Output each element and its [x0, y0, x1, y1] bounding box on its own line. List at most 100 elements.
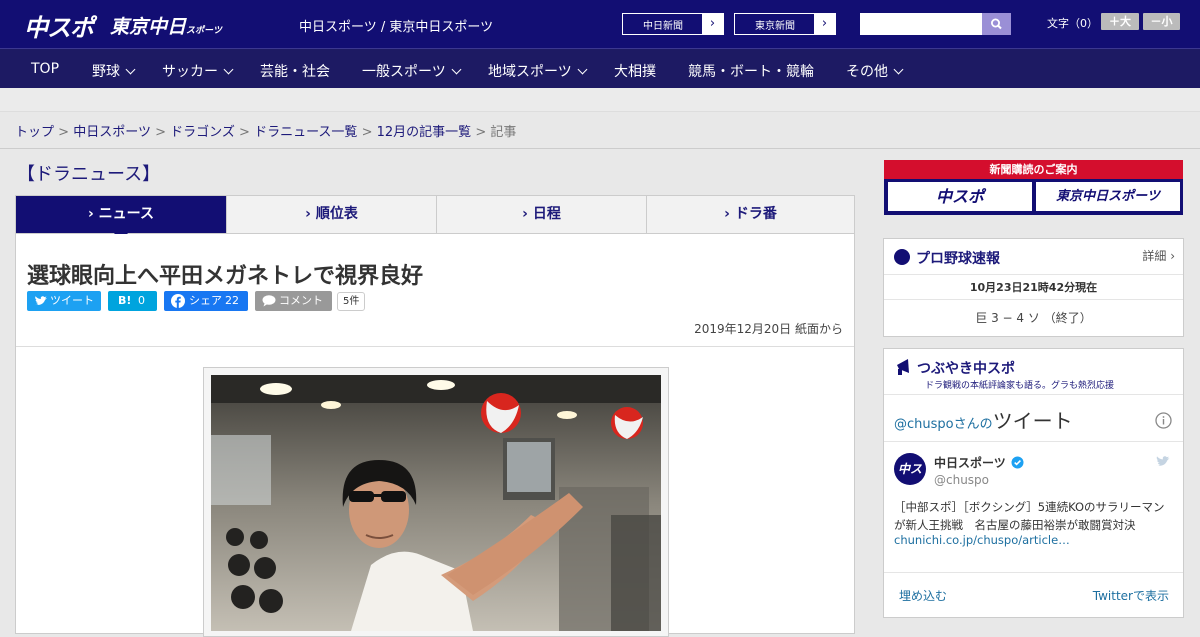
tweet-user-name[interactable]: 中日スポーツ — [934, 456, 1006, 470]
search-button[interactable] — [982, 13, 1011, 35]
chuspo-logo[interactable]: 中スポ — [24, 8, 94, 43]
twitter-bird-icon — [35, 296, 47, 305]
nav-soccer-label: サッカー — [162, 64, 218, 80]
tokyo-shimbun-label: 東京新聞 — [755, 21, 795, 32]
divider — [884, 299, 1183, 300]
tweet-user-handle[interactable]: @chuspo — [934, 473, 989, 487]
article-photo[interactable] — [211, 375, 661, 631]
subscription-banner[interactable]: 新聞購読のご案内 中スポ 東京中日スポーツ — [884, 160, 1183, 215]
nav-soccer[interactable]: サッカー — [162, 61, 234, 81]
nav-general-sports[interactable]: 一般スポーツ — [362, 61, 462, 81]
tab-standings[interactable]: › 順位表 — [226, 196, 436, 233]
divider — [16, 346, 854, 347]
twitter-bird-icon[interactable] — [1155, 455, 1171, 468]
news-tabs: › ニュース › 順位表 › 日程 › ドラ番 — [15, 195, 855, 241]
nav-top[interactable]: TOP — [31, 61, 59, 77]
article: 選球眼向上へ平田メガネトレで視界良好 ツイート B! 0 シェア 22 コメント… — [15, 234, 855, 637]
tokyo-chunichi-logo[interactable]: 東京中日スポーツ — [110, 12, 222, 39]
tsubuyaki-title: つぶやき中スポ — [917, 361, 1015, 377]
chunichi-shimbun-label: 中日新聞 — [643, 21, 683, 32]
view-on-twitter-link[interactable]: Twitterで表示 — [1093, 587, 1169, 604]
article-date: 2019年12月20日 紙面から — [694, 322, 843, 336]
site-title[interactable]: 中日スポーツ / 東京中日スポーツ — [299, 16, 493, 35]
article-headline: 選球眼向上へ平田メガネトレで視界良好 — [27, 264, 424, 289]
pro-baseball-detail-link[interactable]: 詳細 › — [1142, 247, 1175, 264]
hatena-bookmark-button[interactable]: B! 0 — [108, 291, 157, 311]
timeline-heading: @chuspoさんのツイート — [894, 405, 1073, 434]
nav-baseball[interactable]: 野球 — [92, 61, 136, 81]
chevron-down-icon — [451, 64, 462, 75]
breadcrumb-dora-news-list[interactable]: ドラニュース一覧 — [254, 125, 357, 140]
breadcrumb-separator: > — [155, 125, 166, 140]
tokyo-shimbun-button[interactable]: 東京新聞 › — [734, 13, 836, 35]
tab-news-label: ニュース — [98, 206, 154, 222]
nav-other[interactable]: その他 — [846, 61, 904, 81]
chevron-right-icon: › — [814, 14, 835, 34]
nav-sumo[interactable]: 大相撲 — [614, 61, 656, 81]
font-smaller-button[interactable]: －小 — [1143, 13, 1180, 30]
embed-link[interactable]: 埋め込む — [899, 587, 947, 604]
info-icon[interactable] — [1155, 412, 1172, 429]
tab-standings-label: 順位表 — [315, 206, 358, 222]
baseball-icon — [894, 249, 910, 265]
hatena-count: 0 — [138, 294, 145, 307]
font-larger-button[interactable]: ＋大 — [1101, 13, 1139, 30]
search-input[interactable] — [860, 13, 982, 35]
hatena-icon: B! — [118, 294, 132, 307]
baseball-score[interactable]: 巨 3 − 4 ソ （終了） — [884, 309, 1183, 326]
breadcrumb-december-list[interactable]: 12月の記事一覧 — [377, 125, 472, 140]
breadcrumb-separator: > — [361, 125, 373, 140]
chevron-right-icon: › — [702, 14, 723, 34]
tsubuyaki-panel: つぶやき中スポ ドラ観戦の本紙評論家も語る。グラも熱烈応援 @chuspoさんの… — [883, 348, 1184, 618]
tweet-link[interactable]: chunichi.co.jp/chuspo/article… — [894, 533, 1070, 547]
avatar[interactable]: 中ス — [894, 453, 926, 485]
search-box — [860, 13, 1011, 35]
tab-drabann[interactable]: › ドラ番 — [646, 196, 854, 233]
tab-drabann-label: ドラ番 — [734, 206, 777, 222]
tab-schedule-label: 日程 — [532, 206, 561, 222]
spacer-strip — [0, 88, 1200, 112]
tab-schedule[interactable]: › 日程 — [436, 196, 646, 233]
tab-news[interactable]: › ニュース — [16, 196, 226, 241]
comment-bubble-icon — [262, 295, 276, 307]
subscribe-chuspo-button[interactable]: 中スポ — [888, 182, 1032, 211]
search-icon — [990, 18, 1002, 30]
nav-racing[interactable]: 競馬・ボート・競輪 — [688, 61, 814, 81]
pro-baseball-panel: プロ野球速報 詳細 › 10月23日21時42分現在 巨 3 − 4 ソ （終了… — [883, 238, 1184, 337]
main-nav: TOP 野球 サッカー 芸能・社会 一般スポーツ 地域スポーツ 大相撲 競馬・ボ… — [0, 48, 1200, 88]
breadcrumb-chunichi-sports[interactable]: 中日スポーツ — [73, 125, 151, 140]
timeline-tweet-word: ツイート — [992, 409, 1073, 433]
breadcrumb-separator: > — [58, 125, 70, 140]
comment-count-badge: 5件 — [337, 292, 366, 311]
font-size-label: 文字（0） — [1047, 17, 1098, 30]
megaphone-icon — [897, 359, 909, 375]
tweet-button[interactable]: ツイート — [27, 291, 101, 311]
breadcrumb-dragons[interactable]: ドラゴンズ — [170, 125, 235, 140]
tweet-text: ［中部スポ］［ボクシング］5連続KOのサラリーマンが新人王挑戦 名古屋の藤田裕崇… — [894, 500, 1165, 532]
facebook-share-count: 22 — [225, 294, 239, 307]
baseball-timestamp: 10月23日21時42分現在 — [969, 281, 1098, 294]
nav-other-label: その他 — [846, 64, 888, 80]
breadcrumb-top[interactable]: トップ — [15, 125, 54, 140]
chevron-down-icon — [223, 64, 234, 75]
subscription-header: 新聞購読のご案内 — [884, 160, 1183, 179]
nav-regional-sports[interactable]: 地域スポーツ — [488, 61, 588, 81]
nav-baseball-label: 野球 — [92, 64, 120, 80]
subscribe-tokyo-button[interactable]: 東京中日スポーツ — [1036, 182, 1180, 211]
tokyo-chunichi-logo-text: 東京中日 — [110, 16, 187, 38]
comment-button[interactable]: コメント — [255, 291, 332, 311]
section-title: 【ドラニュース】 — [17, 164, 161, 185]
divider — [884, 274, 1183, 275]
comment-button-label: コメント — [279, 294, 323, 307]
tsubuyaki-subtitle: ドラ観戦の本紙評論家も語る。グラも熱烈応援 — [925, 381, 1115, 391]
chunichi-shimbun-button[interactable]: 中日新聞 › — [622, 13, 724, 35]
nav-general-sports-label: 一般スポーツ — [362, 64, 446, 80]
nav-entertainment[interactable]: 芸能・社会 — [260, 61, 330, 81]
facebook-share-button[interactable]: シェア 22 — [164, 291, 248, 311]
pro-baseball-title: プロ野球速報 — [916, 251, 1000, 267]
divider — [884, 394, 1183, 395]
timeline-handle[interactable]: @chuspoさんの — [894, 417, 993, 432]
chevron-down-icon — [577, 64, 588, 75]
facebook-share-label: シェア — [189, 294, 222, 307]
tweet-user-row: 中日スポーツ — [934, 454, 1006, 471]
